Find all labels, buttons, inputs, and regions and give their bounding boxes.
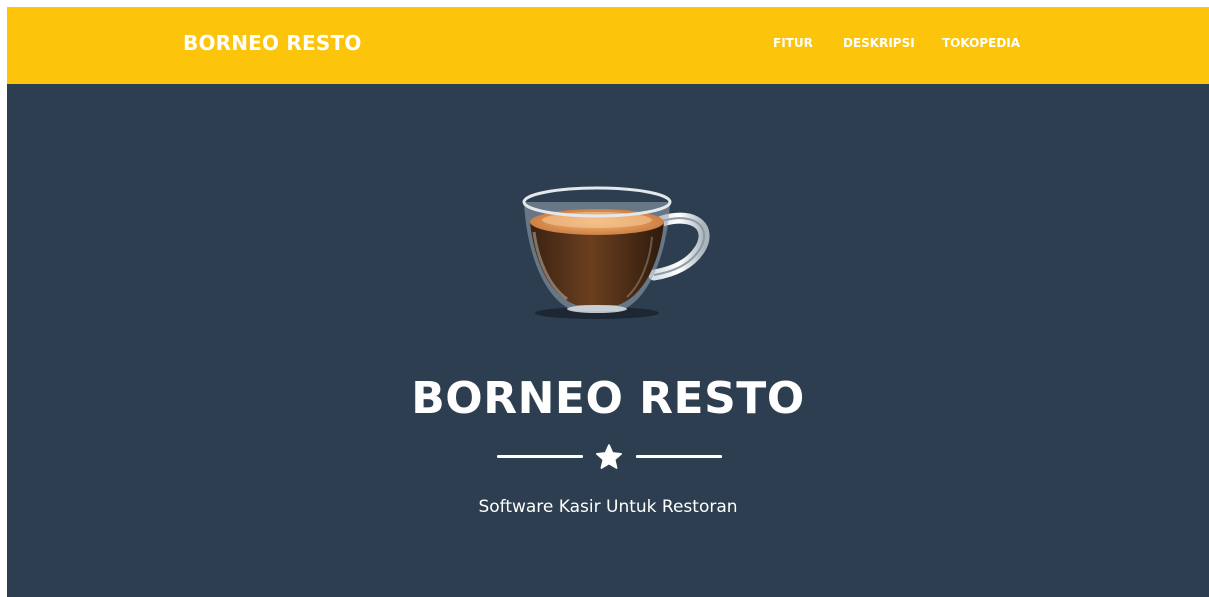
star-divider bbox=[497, 443, 722, 473]
coffee-cup-icon bbox=[522, 186, 710, 319]
nav-link-fitur[interactable]: FITUR bbox=[773, 36, 813, 50]
brand-link[interactable]: BORNEO RESTO bbox=[183, 31, 362, 55]
divider-line-left bbox=[497, 455, 583, 458]
navbar: BORNEO RESTO FITUR DESKRIPSI TOKOPEDIA bbox=[7, 7, 1209, 84]
nav-link-tokopedia[interactable]: TOKOPEDIA bbox=[942, 36, 1020, 50]
divider-line-right bbox=[636, 455, 722, 458]
hero-title: BORNEO RESTO bbox=[411, 373, 805, 424]
nav-link-deskripsi[interactable]: DESKRIPSI bbox=[843, 36, 915, 50]
page: BORNEO RESTO FITUR DESKRIPSI TOKOPEDIA B… bbox=[7, 7, 1209, 597]
star-icon bbox=[595, 444, 623, 469]
hero-subtitle: Software Kasir Untuk Restoran bbox=[478, 497, 738, 517]
